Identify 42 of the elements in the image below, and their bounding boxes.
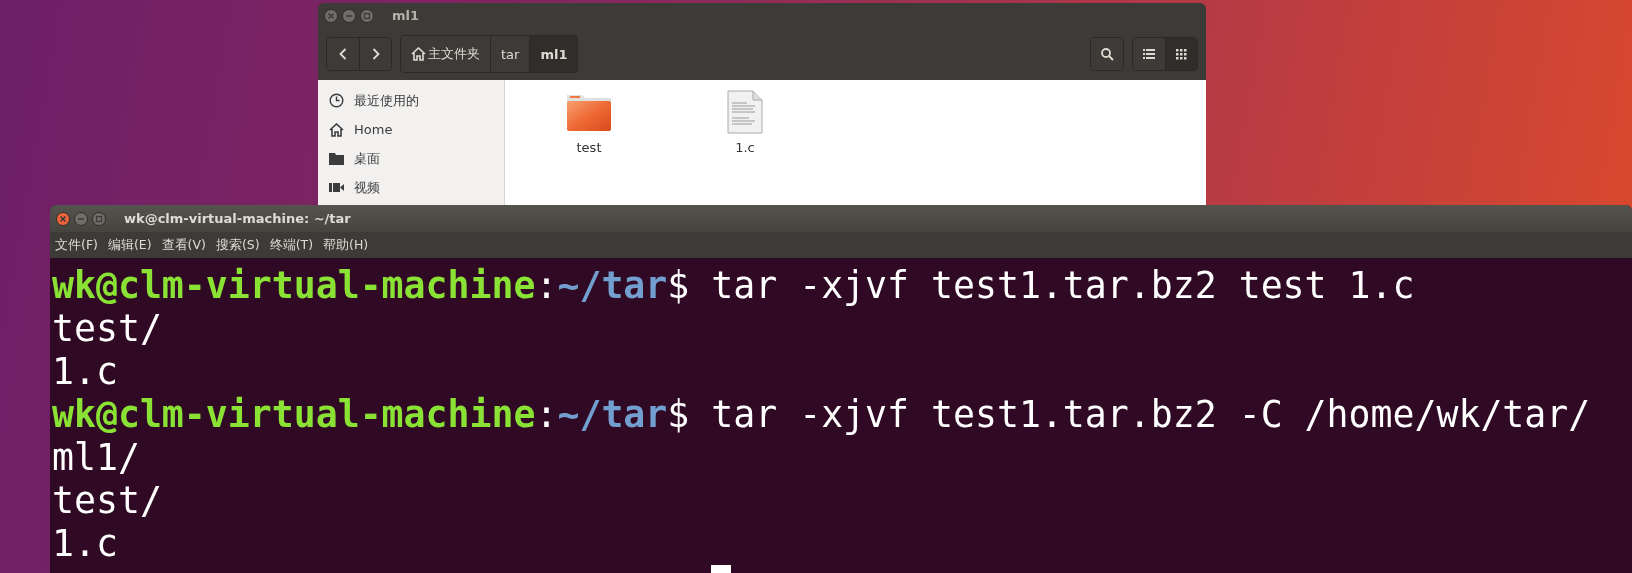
video-icon [329, 182, 344, 193]
grid-view-button[interactable] [1165, 38, 1197, 70]
sidebar-item[interactable]: Home [354, 122, 393, 137]
command-line: wk@clm-virtual-machine:~/tar$ tar -xjvf test1.tar.bz2 test 1.c [52, 264, 1415, 307]
sidebar-item[interactable]: 最近使用的 [354, 91, 419, 110]
search-icon [1100, 47, 1114, 61]
chevron-right-icon [371, 48, 380, 60]
command-line: wk@clm-virtual-machine:~/tar$ tar -xjvf test1.tar.bz2 -C /home/wk/tar/ [52, 393, 1591, 436]
maximize-button[interactable] [92, 211, 106, 226]
minimize-button[interactable] [342, 8, 356, 23]
list-icon [1143, 49, 1155, 59]
menu-item[interactable]: 帮助(H) [323, 236, 369, 254]
minimize-button[interactable] [74, 211, 88, 226]
file-name[interactable]: 1.c [735, 140, 755, 155]
output-line: test/ [52, 479, 162, 522]
maximize-button[interactable] [360, 8, 374, 23]
menu-item[interactable]: 搜索(S) [215, 236, 260, 254]
output-line: ml1/ [52, 436, 140, 479]
menu-item[interactable]: 终端(T) [269, 236, 313, 254]
home-icon [329, 122, 344, 137]
search-button[interactable] [1091, 38, 1123, 70]
output-line: test/ [52, 307, 162, 350]
window-title: wk@clm-virtual-machine: ~/tar [124, 211, 351, 226]
menu-item[interactable]: 文件(F) [55, 236, 98, 254]
grid-icon [1176, 48, 1187, 60]
clock-icon [329, 93, 344, 108]
home-icon [411, 47, 426, 61]
sidebar-item[interactable]: 视频 [354, 178, 380, 197]
output-line: 1.c [52, 522, 118, 565]
chevron-left-icon [339, 48, 347, 60]
forward-button[interactable] [359, 38, 391, 70]
close-button[interactable] [324, 8, 338, 23]
menu-item[interactable]: 编辑(E) [107, 236, 152, 254]
output-line: 1.c [52, 350, 118, 393]
path-crumb[interactable]: ml1 [529, 36, 578, 72]
document-icon [727, 90, 763, 134]
menu-item[interactable]: 查看(V) [161, 236, 206, 254]
folder-icon [329, 152, 344, 165]
window-title: ml1 [392, 8, 420, 23]
file-name[interactable]: test [576, 140, 602, 155]
close-button[interactable] [56, 211, 70, 226]
sidebar-item[interactable]: 桌面 [354, 149, 380, 168]
